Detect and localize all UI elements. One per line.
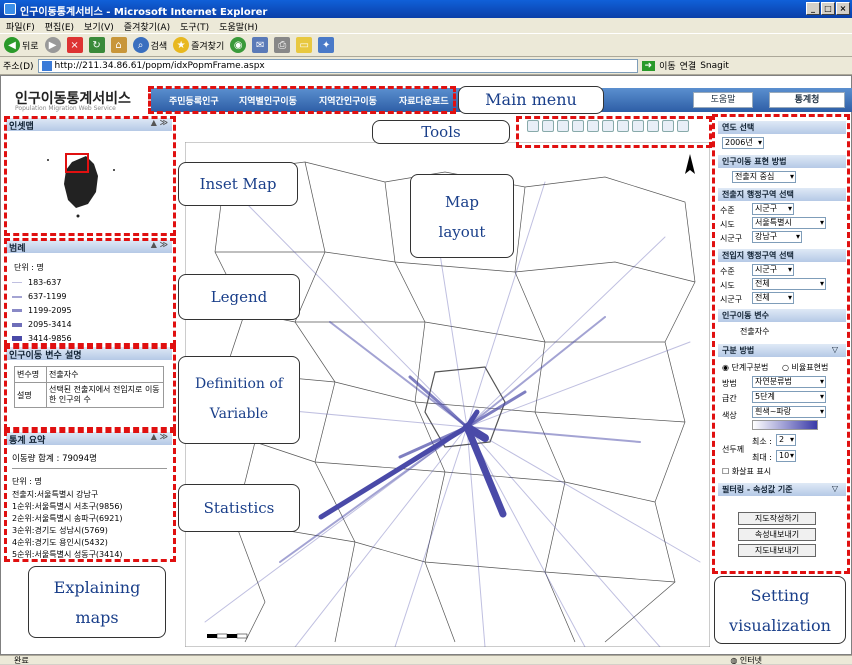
status-bar: 완료 ◍ 인터넷: [0, 655, 852, 665]
messenger-icon[interactable]: ✦: [318, 37, 335, 53]
annotation-inset-map: Inset Map: [178, 162, 298, 206]
minimize-button[interactable]: _: [806, 2, 820, 15]
legend-highlight: [4, 238, 176, 346]
inset-map-highlight: [4, 116, 176, 236]
home-icon[interactable]: ⌂: [110, 37, 127, 53]
help-button[interactable]: 도움말: [693, 92, 753, 108]
search-icon: ⌕: [132, 37, 149, 53]
annotation-definition: Definition of Variable: [178, 356, 300, 444]
statistics-korea-button[interactable]: 통계청: [769, 92, 845, 108]
window-title: 인구이동통계서비스 - Microsoft Internet Explorer: [20, 7, 268, 18]
browser-toolbar: ◀ 뒤로 ▶ × ↻ ⌂ ⌕ 검색 ★ 즐겨찾기 ◉ ✉ ⎙ ▭ ✦: [0, 33, 852, 57]
address-label: 주소(D): [3, 62, 34, 72]
print-icon[interactable]: ⎙: [274, 37, 291, 53]
back-button[interactable]: ◀ 뒤로: [4, 37, 39, 53]
favorites-button[interactable]: ★ 즐겨찾기: [173, 37, 224, 53]
annotation-tools: Tools: [372, 120, 510, 144]
menu-favorites[interactable]: 즐겨찾기(A): [124, 20, 170, 33]
media-icon[interactable]: ◉: [230, 37, 247, 53]
address-bar: 주소(D) http://211.34.86.61/popm/idxPopmFr…: [0, 57, 852, 75]
go-button[interactable]: 이동: [659, 59, 676, 72]
stop-icon[interactable]: ×: [66, 37, 83, 53]
links-button[interactable]: 연결: [680, 59, 697, 72]
maximize-button[interactable]: □: [821, 2, 835, 15]
forward-button[interactable]: ▶: [44, 37, 61, 53]
title-bar: 인구이동통계서비스 - Microsoft Internet Explorer …: [0, 0, 852, 18]
search-button[interactable]: ⌕ 검색: [132, 37, 167, 53]
annotation-statistics: Statistics: [178, 484, 300, 532]
forward-arrow-icon: ▶: [44, 37, 61, 53]
menu-tools[interactable]: 도구(T): [180, 20, 209, 33]
menu-help[interactable]: 도움말(H): [219, 20, 258, 33]
annotation-map-layout: Map layout: [410, 174, 514, 258]
scale-bar: [207, 633, 248, 639]
back-arrow-icon: ◀: [4, 37, 20, 53]
annotation-main-menu: Main menu: [458, 86, 604, 114]
folder-icon[interactable]: ▭: [296, 37, 313, 53]
site-logo-sub: Population Migration Web Service: [15, 105, 116, 112]
main-menu-highlight: [148, 86, 456, 114]
close-button[interactable]: ×: [836, 2, 850, 15]
menu-edit[interactable]: 편집(E): [45, 20, 74, 33]
annotation-legend: Legend: [178, 274, 300, 320]
tools-highlight: [516, 116, 712, 148]
menu-file[interactable]: 파일(F): [6, 20, 35, 33]
menu-bar: 파일(F) 편집(E) 보기(V) 즐겨찾기(A) 도구(T) 도움말(H): [0, 18, 852, 33]
definition-highlight: [4, 346, 176, 430]
snagit-button[interactable]: Snagit: [700, 61, 729, 71]
address-input[interactable]: http://211.34.86.61/popm/idxPopmFrame.as…: [37, 58, 638, 73]
statistics-highlight: [4, 430, 176, 562]
annotation-explaining-maps: Explaining maps: [28, 566, 166, 638]
ie-icon: [4, 3, 16, 15]
go-arrow-icon[interactable]: ➜: [641, 60, 656, 71]
page-icon: [41, 60, 52, 71]
refresh-icon[interactable]: ↻: [88, 37, 105, 53]
mail-icon[interactable]: ✉: [252, 37, 269, 53]
menu-view[interactable]: 보기(V): [84, 20, 114, 33]
star-icon: ★: [173, 37, 190, 53]
annotation-setting-visualization: Setting visualization: [714, 576, 846, 644]
settings-highlight: [712, 114, 850, 574]
